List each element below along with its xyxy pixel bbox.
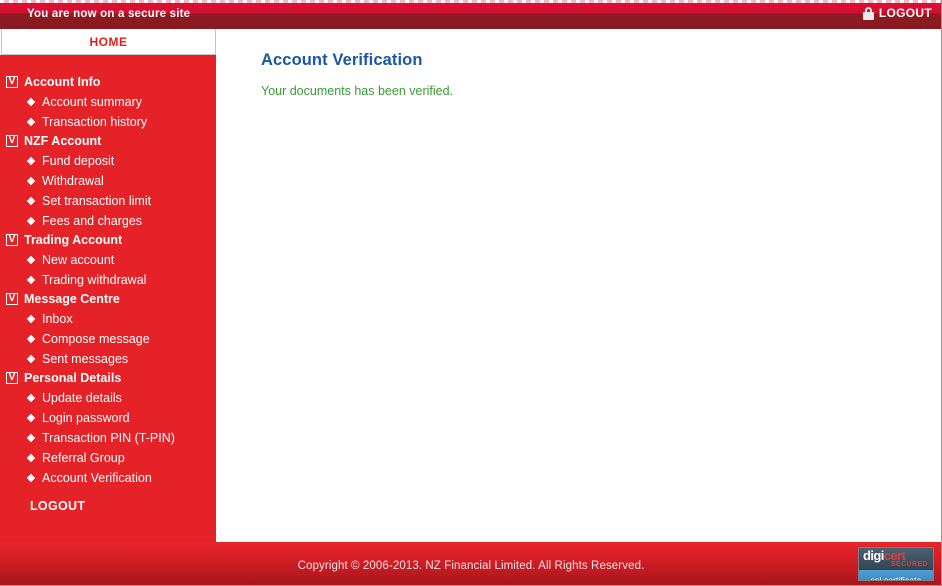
diamond-bullet-icon [26,117,36,127]
sidebar-section-nzf-account[interactable]: V NZF Account [0,132,216,150]
digicert-digi-text: digi [863,548,884,563]
sidebar-item-label: Account Verification [42,471,152,485]
verification-status-message: Your documents has been verified. [261,84,454,98]
tab-home[interactable]: HOME [1,29,216,55]
sidebar-item-label: Trading withdrawal [42,273,147,287]
diamond-bullet-icon [26,473,36,483]
sidebar-item-label: Login password [42,411,130,425]
top-header-bar: You are now on a secure site LOGOUT [0,0,941,29]
sidebar-section-label: Message Centre [24,292,120,306]
sidebar-section-label: Personal Details [24,371,122,385]
sidebar-item-sent-messages[interactable]: Sent messages [0,349,216,369]
diamond-bullet-icon [26,413,36,423]
sidebar-item-update-details[interactable]: Update details [0,388,216,408]
diamond-bullet-icon [26,433,36,443]
sidebar-item-fund-deposit[interactable]: Fund deposit [0,151,216,171]
sidebar-section-personal-details[interactable]: V Personal Details [0,369,216,387]
chevron-down-icon[interactable]: V [6,372,18,384]
diamond-bullet-icon [26,97,36,107]
sidebar-logout-label: LOGOUT [30,499,86,513]
sidebar-item-new-account[interactable]: New account [0,250,216,270]
sidebar-item-label: Inbox [42,312,73,326]
diamond-bullet-icon [26,453,36,463]
sidebar-item-transaction-history[interactable]: Transaction history [0,112,216,132]
sidebar-section-label: Account Info [24,75,101,89]
sidebar-item-account-verification[interactable]: Account Verification [0,468,216,488]
secure-site-notice: You are now on a secure site [27,8,191,20]
diamond-bullet-icon [26,216,36,226]
tab-home-label: HOME [89,34,128,49]
sidebar-section-account-info[interactable]: V Account Info [0,73,216,91]
main-content: Account Verification Your documents has … [216,29,941,542]
sidebar-navigation: V Account Info Account summary Transaction … [0,55,216,542]
sidebar-item-label: Transaction PIN (T-PIN) [42,431,175,445]
diamond-bullet-icon [26,255,36,265]
sidebar-item-label: Referral Group [42,451,125,465]
digicert-ssl-badge[interactable]: digicert SECURED ssl certificate [858,547,934,581]
sidebar-item-label: New account [42,253,115,267]
digicert-secured-text: SECURED [890,561,928,568]
diamond-bullet-icon [26,334,36,344]
diamond-bullet-icon [26,196,36,206]
sidebar-item-set-transaction-limit[interactable]: Set transaction limit [0,191,216,211]
digicert-ssl-text: ssl certificate [870,575,922,581]
sidebar-item-fees-and-charges[interactable]: Fees and charges [0,211,216,231]
sidebar-item-label: Fund deposit [42,154,115,168]
copyright-text: Copyright © 2006-2013. NZ Financial Limi… [297,560,645,572]
sidebar-section-message-centre[interactable]: V Message Centre [0,290,216,308]
diamond-bullet-icon [26,393,36,403]
app-window: You are now on a secure site LOGOUT HOME… [0,0,942,586]
diamond-bullet-icon [26,176,36,186]
sidebar-section-label: NZF Account [24,134,102,148]
footer-bar: Copyright © 2006-2013. NZ Financial Limi… [0,542,941,585]
diamond-bullet-icon [26,314,36,324]
sidebar-item-label: Transaction history [42,115,148,129]
sidebar-item-label: Sent messages [42,352,129,366]
sidebar-section-trading-account[interactable]: V Trading Account [0,231,216,249]
sidebar-section-label: Trading Account [24,233,123,247]
sidebar-item-login-password[interactable]: Login password [0,408,216,428]
sidebar-item-account-summary[interactable]: Account summary [0,92,216,112]
sidebar-item-trading-withdrawal[interactable]: Trading withdrawal [0,270,216,290]
sidebar-item-label: Compose message [42,332,150,346]
sidebar-item-label: Fees and charges [42,214,143,228]
sidebar-item-label: Withdrawal [42,174,104,188]
sidebar-item-referral-group[interactable]: Referral Group [0,448,216,468]
header-dotted-strip [0,0,941,3]
sidebar-item-withdrawal[interactable]: Withdrawal [0,171,216,191]
chevron-down-icon[interactable]: V [6,135,18,147]
diamond-bullet-icon [26,275,36,285]
sidebar-item-compose-message[interactable]: Compose message [0,329,216,349]
header-logout-button[interactable]: LOGOUT [862,6,932,20]
chevron-down-icon[interactable]: V [6,234,18,246]
sidebar-item-inbox[interactable]: Inbox [0,309,216,329]
chevron-down-icon[interactable]: V [6,76,18,88]
sidebar-item-label: Update details [42,391,122,405]
lock-icon [862,6,874,20]
diamond-bullet-icon [26,156,36,166]
chevron-down-icon[interactable]: V [6,293,18,305]
diamond-bullet-icon [26,354,36,364]
header-logout-label: LOGOUT [878,6,932,20]
sidebar-item-label: Account summary [42,95,143,109]
digicert-wordmark-area: digicert SECURED [859,548,933,570]
sidebar-logout-button[interactable]: LOGOUT [0,488,216,515]
digicert-ssl-strip: ssl certificate [859,570,933,581]
sidebar-item-transaction-pin-t-pin[interactable]: Transaction PIN (T-PIN) [0,428,216,448]
page-title: Account Verification [261,51,423,69]
sidebar-item-label: Set transaction limit [42,194,152,208]
